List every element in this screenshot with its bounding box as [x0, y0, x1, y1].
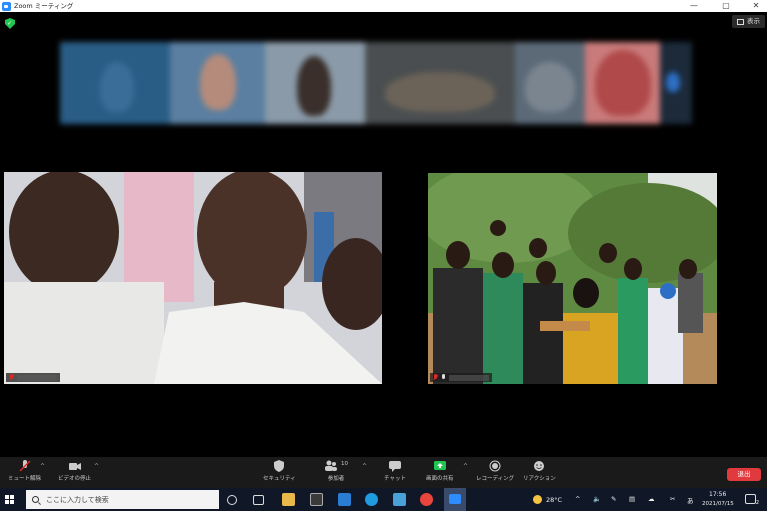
- edge-browser-icon[interactable]: [365, 493, 378, 506]
- task-view-icon[interactable]: [253, 495, 264, 505]
- reactions-button[interactable]: リアクション: [523, 460, 556, 482]
- tool-icon[interactable]: ✂: [670, 495, 675, 503]
- network-icon[interactable]: ▤: [629, 495, 635, 503]
- shield-icon: [272, 460, 286, 472]
- speaker-video-frame: [428, 173, 717, 384]
- taskbar-search-input[interactable]: [46, 495, 206, 504]
- video-camera-icon: [68, 460, 82, 472]
- meeting-area: ✓ 表示: [0, 12, 767, 457]
- view-button[interactable]: 表示: [732, 15, 765, 28]
- record-icon: [488, 460, 502, 472]
- weather-temp[interactable]: 28°C: [546, 496, 562, 504]
- participant-thumbnail[interactable]: [170, 42, 265, 124]
- zoom-logo-icon: [2, 1, 11, 11]
- start-button[interactable]: [0, 488, 18, 511]
- video-tile-participant[interactable]: [4, 172, 382, 384]
- file-explorer-icon[interactable]: [282, 493, 295, 506]
- close-button[interactable]: ✕: [746, 0, 766, 12]
- clock-date[interactable]: 2021/07/15: [702, 501, 734, 507]
- participant-thumbnail[interactable]: [60, 42, 170, 124]
- windows-taskbar: 28°C ^ 🔈 ✎ ▤ ☁ ✂ あ 17:56 2021/07/15 2: [0, 488, 767, 511]
- app-icon[interactable]: [393, 493, 406, 506]
- record-button[interactable]: レコーディング: [476, 460, 514, 482]
- mic-icon: [441, 374, 446, 381]
- participants-count: 10: [341, 461, 348, 467]
- share-screen-icon: [433, 460, 447, 472]
- meeting-toolbar: ミュート解除 ^ ビデオの停止 ^ セキュリティ 10 参加者 ^ チャット 画…: [0, 457, 767, 488]
- window-title: Zoom ミーティング: [14, 2, 74, 10]
- tray-chevron-icon[interactable]: ^: [575, 495, 580, 503]
- minimize-button[interactable]: —: [684, 0, 704, 12]
- chat-bubble-icon: [388, 460, 402, 472]
- view-button-label: 表示: [747, 17, 760, 25]
- smiley-add-icon: [532, 460, 546, 472]
- pen-icon[interactable]: ✎: [611, 495, 616, 503]
- cloud-icon[interactable]: ☁: [648, 495, 655, 503]
- participants-options-caret[interactable]: ^: [362, 463, 367, 470]
- participant-thumbnail[interactable]: [365, 42, 515, 124]
- grid-view-icon: [737, 18, 744, 25]
- gallery-strip: [60, 42, 692, 124]
- participants-icon: 10: [324, 460, 348, 472]
- chat-button[interactable]: チャット: [384, 460, 406, 482]
- cortana-icon[interactable]: [227, 495, 237, 505]
- unmute-button[interactable]: ミュート解除: [8, 460, 41, 482]
- mail-icon[interactable]: [338, 493, 351, 506]
- ime-indicator[interactable]: あ: [687, 495, 694, 505]
- mic-muted-icon: [18, 460, 32, 472]
- participant-thumbnail[interactable]: [515, 42, 585, 124]
- video-tile-active-speaker[interactable]: [428, 173, 717, 384]
- volume-icon[interactable]: 🔈: [593, 495, 601, 503]
- video-options-caret[interactable]: ^: [94, 463, 99, 470]
- speaker-name: [449, 374, 489, 381]
- chrome-browser-icon[interactable]: [420, 493, 433, 506]
- leave-meeting-button[interactable]: 退出: [727, 468, 761, 481]
- mic-muted-icon: [433, 374, 438, 381]
- notifications-icon[interactable]: 2: [745, 494, 759, 506]
- zoom-taskbar-icon[interactable]: [444, 488, 466, 511]
- participant-thumbnail[interactable]: [585, 42, 660, 124]
- clock-time[interactable]: 17:56: [709, 491, 726, 498]
- mic-muted-icon: [9, 374, 14, 381]
- windows-logo-icon: [4, 495, 14, 504]
- share-options-caret[interactable]: ^: [463, 463, 468, 470]
- taskbar-search[interactable]: [26, 490, 219, 509]
- participant-thumbnail[interactable]: [265, 42, 365, 124]
- gallery-next-arrow-icon[interactable]: [660, 42, 692, 124]
- maximize-button[interactable]: ▢: [716, 0, 736, 12]
- security-button[interactable]: セキュリティ: [263, 460, 296, 482]
- search-icon: [32, 496, 39, 503]
- store-icon[interactable]: [310, 493, 323, 506]
- share-screen-button[interactable]: 画面の共有: [426, 460, 454, 482]
- stop-video-button[interactable]: ビデオの停止: [58, 460, 91, 482]
- speaker-name-tag: [430, 373, 492, 382]
- participant-video-frame: [4, 172, 382, 384]
- title-bar: Zoom ミーティング — ▢ ✕: [0, 0, 767, 12]
- notification-count: 2: [755, 500, 759, 506]
- check-icon: ✓: [7, 20, 13, 27]
- participant-name-tag: [6, 373, 60, 382]
- audio-options-caret[interactable]: ^: [40, 463, 45, 470]
- participant-name: [17, 374, 57, 381]
- weather-sun-icon: [533, 495, 542, 504]
- participants-button[interactable]: 10 参加者: [324, 460, 348, 482]
